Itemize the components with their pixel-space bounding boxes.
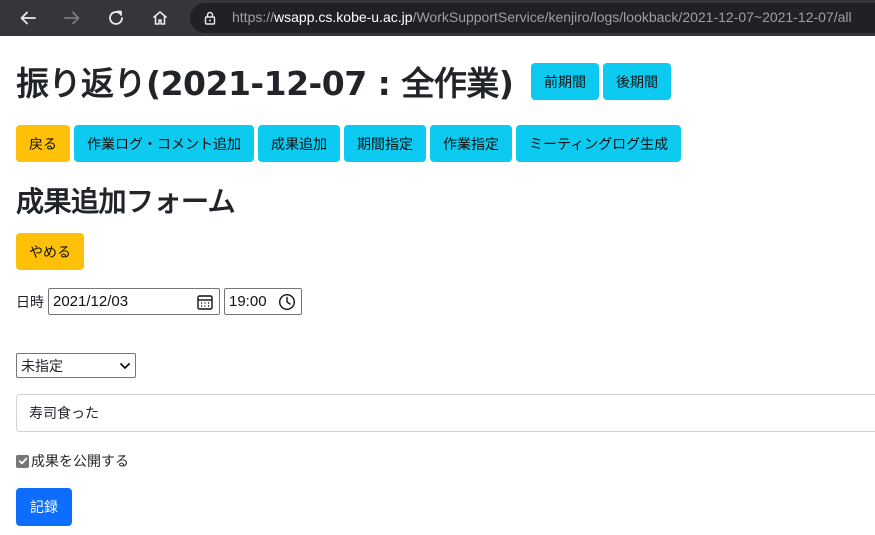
action-buttons: 戻る 作業ログ・コメント追加 成果追加 期間指定 作業指定 ミーティングログ生成 xyxy=(16,125,682,162)
url-text: https://wsapp.cs.kobe-u.ac.jp/WorkSuppor… xyxy=(232,9,852,25)
time-value: 19:00 xyxy=(229,293,267,310)
address-bar[interactable]: https://wsapp.cs.kobe-u.ac.jp/WorkSuppor… xyxy=(190,3,875,33)
submit-button[interactable]: 記録 xyxy=(16,488,72,526)
lock-icon[interactable] xyxy=(202,10,218,26)
form-title: 成果追加フォーム xyxy=(16,185,236,218)
publish-checkbox[interactable] xyxy=(16,454,29,468)
browser-toolbar: https://wsapp.cs.kobe-u.ac.jp/WorkSuppor… xyxy=(0,0,875,36)
back-button[interactable]: 戻る xyxy=(16,125,70,162)
publish-label: 成果を公開する xyxy=(31,454,129,470)
task-select-button[interactable]: 作業指定 xyxy=(430,125,512,162)
chevron-down-icon xyxy=(120,363,130,369)
meeting-log-button[interactable]: ミーティングログ生成 xyxy=(516,125,682,162)
forward-arrow-icon[interactable] xyxy=(58,4,86,32)
home-icon[interactable] xyxy=(146,4,174,32)
cancel-button[interactable]: やめる xyxy=(16,233,84,270)
back-arrow-icon[interactable] xyxy=(14,4,42,32)
time-input[interactable]: 19:00 xyxy=(224,288,302,315)
page-title: 振り返り(2021-12-07 : 全作業) xyxy=(16,64,514,103)
publish-checkbox-row: 成果を公開する xyxy=(16,451,129,471)
period-buttons: 前期間 後期間 xyxy=(531,63,671,100)
datetime-row: 日時 2021/12/03 19:00 xyxy=(16,288,302,315)
next-period-button[interactable]: 後期間 xyxy=(603,63,671,100)
add-result-button[interactable]: 成果追加 xyxy=(258,125,340,162)
clock-icon[interactable] xyxy=(278,293,296,311)
result-text-input[interactable]: 寿司食った xyxy=(16,394,875,432)
date-value: 2021/12/03 xyxy=(53,293,129,310)
checkmark-icon xyxy=(18,457,27,465)
calendar-icon[interactable] xyxy=(196,293,214,311)
category-select[interactable]: 未指定 xyxy=(16,353,136,378)
previous-period-button[interactable]: 前期間 xyxy=(531,63,599,100)
date-input[interactable]: 2021/12/03 xyxy=(48,288,220,315)
add-log-comment-button[interactable]: 作業ログ・コメント追加 xyxy=(74,125,254,162)
select-value: 未指定 xyxy=(21,358,63,375)
period-select-button[interactable]: 期間指定 xyxy=(344,125,426,162)
reload-icon[interactable] xyxy=(102,4,130,32)
datetime-label: 日時 xyxy=(16,294,44,311)
heading-row: 振り返り(2021-12-07 : 全作業) xyxy=(16,56,514,106)
result-text-value: 寿司食った xyxy=(29,406,99,422)
